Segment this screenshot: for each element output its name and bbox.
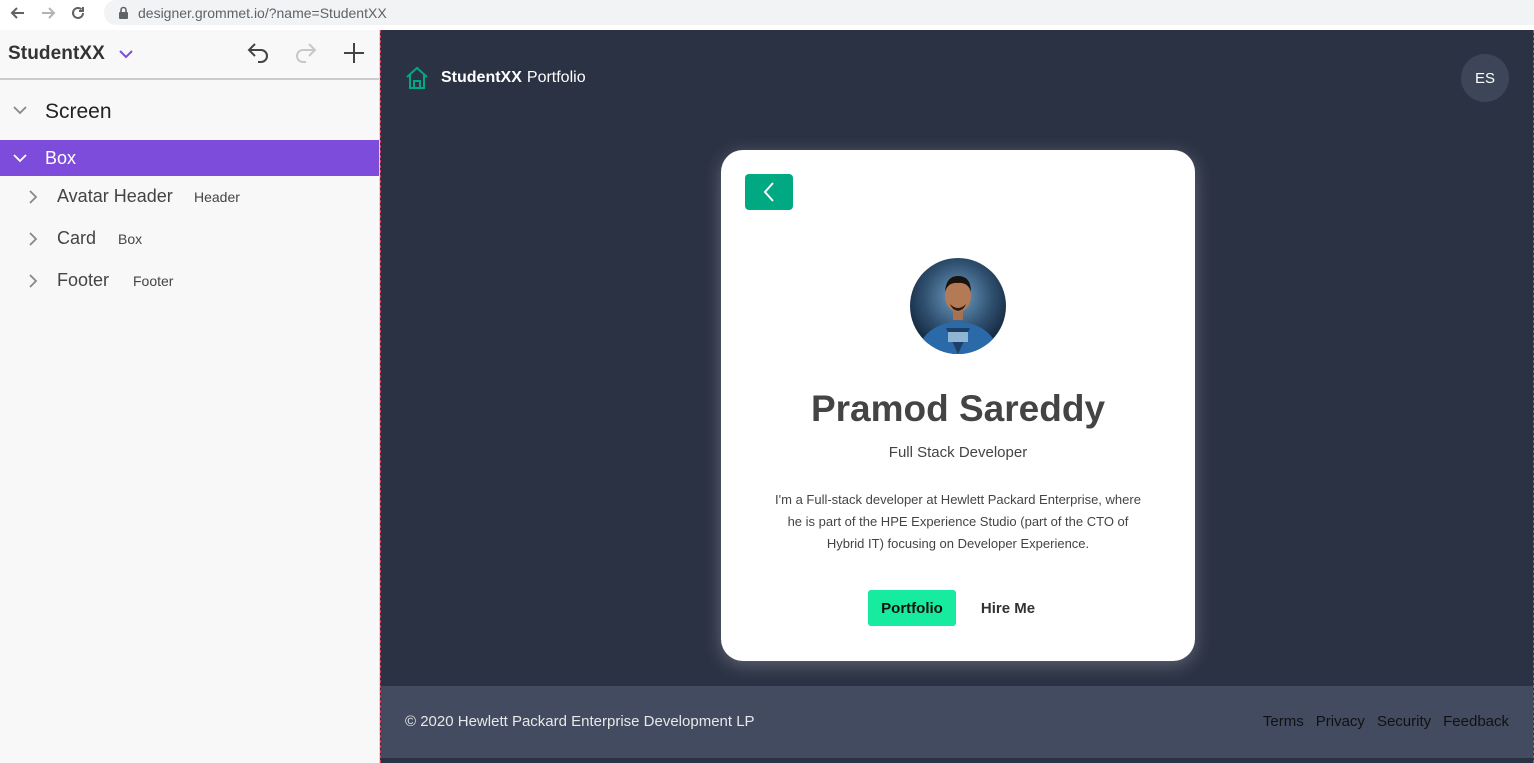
person-role: Full Stack Developer bbox=[888, 444, 1028, 461]
person-name: Pramod Sareddy bbox=[810, 388, 1106, 429]
tree-item-type: Footer bbox=[133, 273, 174, 289]
portfolio-button[interactable]: Portfolio bbox=[868, 590, 956, 626]
chevron-right-icon[interactable] bbox=[25, 189, 41, 205]
chevron-right-icon[interactable] bbox=[25, 273, 41, 289]
tree-item-screen[interactable]: Screen bbox=[0, 80, 379, 140]
tree-item-label: Avatar Header bbox=[57, 186, 173, 206]
back-button[interactable] bbox=[745, 174, 793, 210]
avatar-header: StudentXX Portfolio ES bbox=[381, 30, 1533, 126]
footer-link-privacy[interactable]: Privacy bbox=[1316, 713, 1365, 730]
user-avatar[interactable]: ES bbox=[1461, 54, 1509, 102]
chevron-down-icon[interactable] bbox=[12, 150, 28, 166]
component-tree: Screen Box Avatar Header Header Card Box bbox=[0, 80, 379, 302]
tree-item-card[interactable]: Card Box bbox=[0, 218, 379, 260]
brand-subtitle: Portfolio bbox=[526, 69, 586, 86]
tree-item-avatar-header[interactable]: Avatar Header Header bbox=[0, 176, 379, 218]
browser-toolbar: designer.grommet.io/?name=StudentXX bbox=[0, 0, 1534, 26]
person-bio: I'm a Full-stack developer at Hewlett Pa… bbox=[775, 492, 1141, 551]
tree-item-label: Card bbox=[57, 228, 97, 248]
tree-item-label: Box bbox=[45, 148, 77, 168]
footer-link-feedback[interactable]: Feedback bbox=[1443, 713, 1509, 730]
tree-item-label: Screen bbox=[45, 100, 112, 123]
footer-copyright: © 2020 Hewlett Packard Enterprise Develo… bbox=[405, 713, 755, 730]
tree-item-box[interactable]: Box bbox=[0, 140, 379, 176]
chevron-right-icon[interactable] bbox=[25, 231, 41, 247]
profile-card: Pramod Sareddy Full Stack Developer I'm … bbox=[721, 150, 1195, 661]
footer-links: Terms Privacy Security Feedback bbox=[1263, 713, 1509, 730]
brand-title: StudentXX bbox=[441, 69, 522, 86]
footer-link-security[interactable]: Security bbox=[1377, 713, 1431, 730]
lock-icon bbox=[116, 6, 130, 20]
forward-arrow-icon[interactable] bbox=[36, 2, 60, 24]
redo-icon[interactable] bbox=[293, 40, 319, 66]
app-name[interactable]: StudentXX bbox=[8, 43, 105, 65]
profile-photo bbox=[910, 258, 1006, 354]
back-arrow-icon[interactable] bbox=[6, 2, 30, 24]
undo-icon[interactable] bbox=[245, 40, 271, 66]
designer-sidebar: StudentXX Screen Box Avatar Header Heade… bbox=[0, 30, 380, 763]
tree-item-type: Header bbox=[194, 189, 240, 205]
chevron-down-icon[interactable] bbox=[12, 102, 28, 118]
url-text: designer.grommet.io/?name=StudentXX bbox=[138, 4, 387, 21]
reload-icon[interactable] bbox=[66, 2, 90, 24]
home-icon[interactable] bbox=[405, 66, 429, 90]
hire-me-button[interactable]: Hire Me bbox=[974, 590, 1042, 626]
brand[interactable]: StudentXX Portfolio bbox=[441, 69, 586, 87]
tree-item-type: Box bbox=[118, 231, 143, 247]
design-canvas[interactable]: StudentXX Portfolio ES Pramod Sareddy Fu… bbox=[380, 30, 1534, 763]
add-icon[interactable] bbox=[341, 40, 367, 66]
footer-link-terms[interactable]: Terms bbox=[1263, 713, 1304, 730]
chevron-down-icon[interactable] bbox=[119, 45, 137, 63]
tree-item-label: Footer bbox=[57, 270, 110, 290]
chevron-left-icon bbox=[763, 182, 774, 202]
designer-header: StudentXX bbox=[0, 30, 379, 80]
address-bar[interactable]: designer.grommet.io/?name=StudentXX bbox=[104, 0, 1534, 25]
footer: © 2020 Hewlett Packard Enterprise Develo… bbox=[381, 686, 1533, 758]
tree-item-footer[interactable]: Footer Footer bbox=[0, 260, 379, 302]
